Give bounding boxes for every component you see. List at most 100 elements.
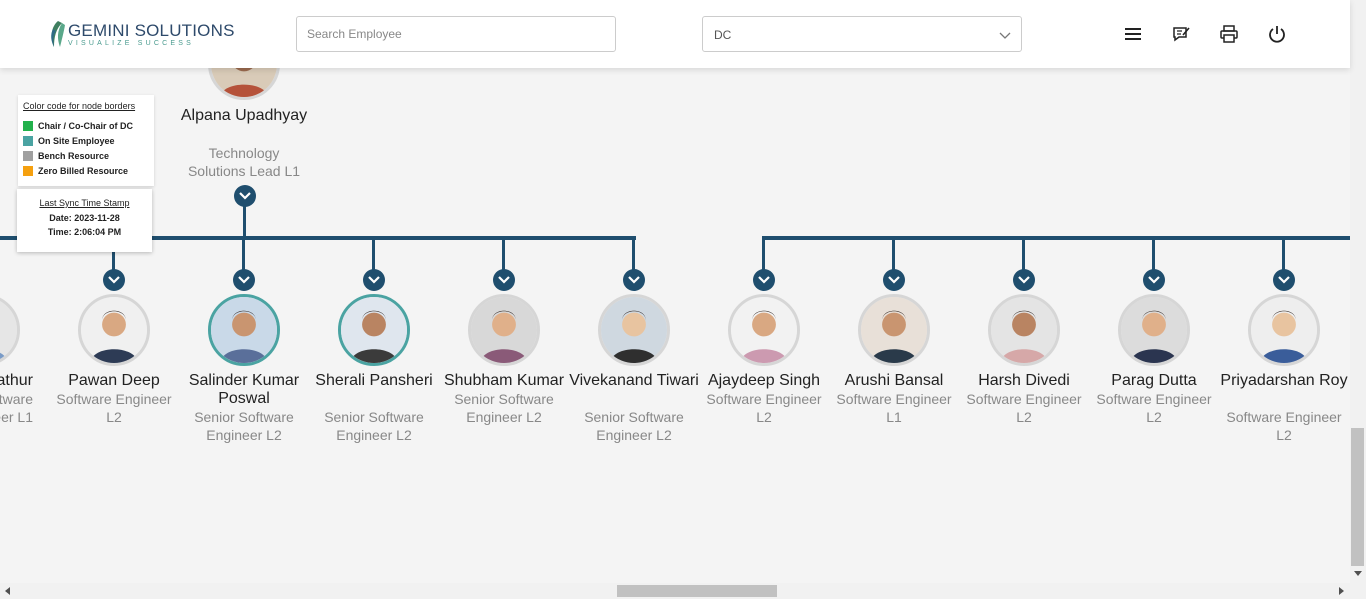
avatar[interactable] xyxy=(1248,294,1320,366)
employee-role: Software Engineer L2 xyxy=(706,391,822,425)
department-select[interactable]: DC xyxy=(702,16,1022,52)
employee-name: athur xyxy=(0,372,33,389)
employee-name: Pawan Deep xyxy=(68,372,160,389)
employee-role: Software Engineer L2 xyxy=(56,391,172,425)
chevron-down-icon xyxy=(758,276,770,284)
org-chart-app: GEMINI SOLUTIONS VISUALIZE SUCCESS DC xyxy=(0,0,1366,599)
expand-toggle-button[interactable] xyxy=(233,269,255,291)
avatar[interactable] xyxy=(858,294,930,366)
legend-item-onsite: On Site Employee xyxy=(23,136,115,146)
avatar[interactable] xyxy=(728,294,800,366)
border-color-legend: Color code for node borders Chair / Co-C… xyxy=(18,95,154,186)
scroll-left-arrow[interactable] xyxy=(5,587,10,595)
last-sync-card: Last Sync Time Stamp Date: 2023-11-28 Ti… xyxy=(17,189,152,252)
collapse-toggle-button[interactable] xyxy=(234,185,256,207)
avatar[interactable] xyxy=(78,294,150,366)
employee-name: Alpana Upadhyay xyxy=(180,107,308,124)
scroll-down-arrow[interactable] xyxy=(1354,571,1362,576)
chevron-down-icon xyxy=(1278,276,1290,284)
logo-tagline: VISUALIZE SUCCESS xyxy=(68,39,194,47)
vertical-scroll-thumb[interactable] xyxy=(1351,428,1364,566)
chevron-down-icon xyxy=(888,276,900,284)
connector-line xyxy=(762,236,1350,240)
chevron-down-icon xyxy=(628,276,640,284)
legend-swatch xyxy=(23,121,33,131)
employee-role: Software Engineer L1 xyxy=(0,391,33,425)
employee-name: Parag Dutta xyxy=(1111,372,1197,389)
expand-toggle-button[interactable] xyxy=(493,269,515,291)
avatar[interactable] xyxy=(338,294,410,366)
avatar[interactable] xyxy=(468,294,540,366)
legend-item-zero-billed: Zero Billed Resource xyxy=(23,166,128,176)
sync-title: Last Sync Time Stamp xyxy=(39,198,130,208)
employee-name: Sherali Pansheri xyxy=(315,372,433,389)
person-photo xyxy=(341,297,407,363)
person-photo xyxy=(471,297,537,363)
expand-toggle-button[interactable] xyxy=(103,269,125,291)
legend-item-chair: Chair / Co-Chair of DC xyxy=(23,121,133,131)
print-icon[interactable] xyxy=(1219,24,1239,44)
avatar[interactable] xyxy=(0,294,20,366)
employee-role: Technology Solutions Lead L1 xyxy=(187,145,301,179)
expand-toggle-button[interactable] xyxy=(1143,269,1165,291)
expand-toggle-button[interactable] xyxy=(753,269,775,291)
employee-name: Arushi Bansal xyxy=(844,372,944,389)
power-icon[interactable] xyxy=(1267,24,1287,44)
employee-name: Shubham Kumar xyxy=(443,372,565,389)
avatar[interactable] xyxy=(598,294,670,366)
feedback-icon[interactable] xyxy=(1171,24,1191,44)
legend-swatch xyxy=(23,166,33,176)
avatar[interactable] xyxy=(1118,294,1190,366)
horizontal-scroll-thumb[interactable] xyxy=(617,585,777,597)
gemini-leaf-icon xyxy=(51,21,65,47)
chevron-down-icon xyxy=(368,276,380,284)
employee-role: Software Engineer L1 xyxy=(836,391,952,425)
chevron-down-icon xyxy=(498,276,510,284)
chevron-down-icon xyxy=(239,192,251,200)
expand-toggle-button[interactable] xyxy=(883,269,905,291)
person-photo xyxy=(1121,297,1187,363)
scroll-right-arrow[interactable] xyxy=(1339,587,1344,595)
chevron-down-icon xyxy=(1148,276,1160,284)
hamburger-menu-icon[interactable] xyxy=(1123,24,1143,44)
person-photo xyxy=(991,297,1057,363)
person-photo xyxy=(81,297,147,363)
employee-role: Senior Software Engineer L2 xyxy=(194,409,294,443)
chevron-down-icon xyxy=(999,32,1011,39)
employee-name: Vivekanand Tiwari xyxy=(569,372,699,389)
employee-role: Senior Software Engineer L2 xyxy=(454,391,554,425)
company-logo[interactable]: GEMINI SOLUTIONS VISUALIZE SUCCESS xyxy=(48,18,235,50)
legend-swatch xyxy=(23,136,33,146)
employee-role: Software Engineer L2 xyxy=(1226,409,1342,443)
person-photo xyxy=(731,297,797,363)
avatar[interactable] xyxy=(988,294,1060,366)
expand-toggle-button[interactable] xyxy=(363,269,385,291)
employee-name: Harsh Divedi xyxy=(978,372,1070,389)
employee-role: Software Engineer L2 xyxy=(1096,391,1212,425)
expand-toggle-button[interactable] xyxy=(623,269,645,291)
logo-title: GEMINI SOLUTIONS xyxy=(68,20,235,40)
chevron-down-icon xyxy=(238,276,250,284)
department-select-value: DC xyxy=(714,28,732,42)
legend-title: Color code for node borders xyxy=(23,101,136,111)
top-header: GEMINI SOLUTIONS VISUALIZE SUCCESS DC xyxy=(0,0,1350,68)
employee-name: Salinder Kumar Poswal xyxy=(188,372,300,407)
chevron-down-icon xyxy=(1018,276,1030,284)
person-photo xyxy=(0,297,17,363)
employee-role: Senior Software Engineer L2 xyxy=(324,409,424,443)
person-photo xyxy=(861,297,927,363)
legend-swatch xyxy=(23,151,33,161)
person-photo xyxy=(211,297,277,363)
sync-date: Date: 2023-11-28 xyxy=(49,213,120,223)
chevron-down-icon xyxy=(108,276,120,284)
search-employee-input[interactable] xyxy=(296,16,616,52)
legend-item-bench: Bench Resource xyxy=(23,151,109,161)
person-photo xyxy=(1251,297,1317,363)
expand-toggle-button[interactable] xyxy=(1013,269,1035,291)
avatar[interactable] xyxy=(208,294,280,366)
employee-role: Senior Software Engineer L2 xyxy=(584,409,684,443)
expand-toggle-button[interactable] xyxy=(1273,269,1295,291)
employee-name: Ajaydeep Singh xyxy=(707,372,821,389)
employee-role: Software Engineer L2 xyxy=(966,391,1082,425)
sync-time: Time: 2:06:04 PM xyxy=(47,227,122,237)
